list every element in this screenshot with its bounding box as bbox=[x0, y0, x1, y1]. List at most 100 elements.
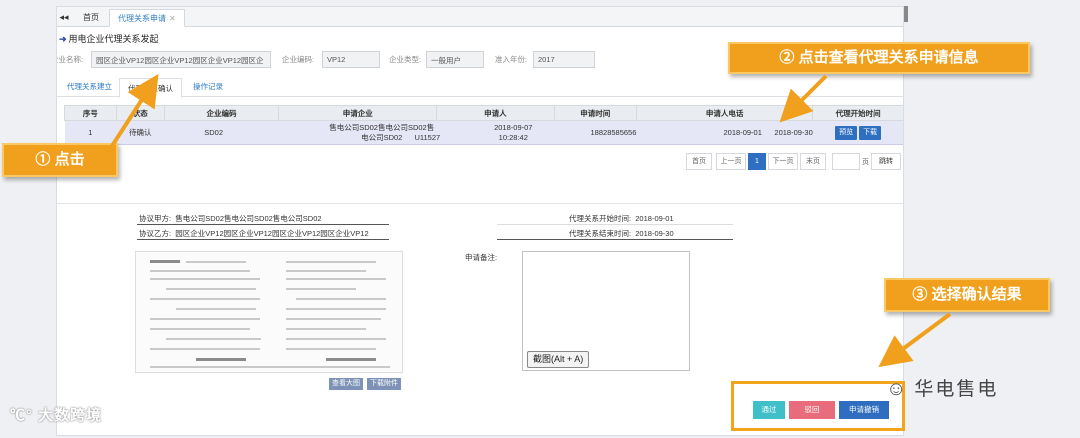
start-label: 代理关系开始时间: bbox=[569, 214, 632, 223]
subtab-confirm[interactable]: 代理关系确认 bbox=[119, 78, 182, 98]
tab-home[interactable]: 首页 bbox=[75, 9, 107, 27]
start-underline bbox=[497, 224, 733, 225]
page-current-button[interactable]: 1 bbox=[748, 153, 766, 170]
download-attachment-button[interactable]: 下载附件 bbox=[367, 378, 401, 390]
page-unit-label: 页 bbox=[862, 159, 869, 166]
company-type-label: 企业类型: bbox=[389, 55, 422, 64]
start-line: 代理关系开始时间: 2018-09-01 bbox=[569, 213, 674, 224]
page-last-button[interactable]: 末页 bbox=[800, 153, 826, 170]
doc-mark bbox=[286, 278, 386, 280]
scrollbar-edge[interactable] bbox=[904, 6, 908, 22]
col-status: 状态 bbox=[115, 105, 165, 121]
memo-label: 申请备注: bbox=[465, 253, 498, 262]
tab-agency-application[interactable]: 代理关系申请 ✕ bbox=[109, 9, 185, 27]
apply-datetime: 2018-09-07 10:28:42 bbox=[488, 123, 538, 143]
apply-date: 2018-09-07 bbox=[494, 122, 533, 132]
view-large-button[interactable]: 查看大图 bbox=[329, 378, 363, 390]
doc-mark bbox=[150, 348, 260, 350]
party-a-value: 售电公司SD02售电公司SD02售电公司SD02 bbox=[175, 214, 322, 223]
page-next-button[interactable]: 下一页 bbox=[768, 153, 798, 170]
callout-step-1: ① 点击 bbox=[2, 143, 118, 177]
party-a-underline bbox=[137, 224, 389, 225]
period-end: 2018-09-30 bbox=[774, 127, 813, 137]
doc-mark bbox=[150, 260, 180, 263]
brand-left-text: 大数跨境 bbox=[38, 407, 103, 424]
screenshot-tooltip: 截图(Alt + A) bbox=[527, 351, 590, 368]
tab-scroll-left-icon[interactable]: ◂◂ bbox=[57, 7, 71, 27]
period-start: 2018-09-01 bbox=[723, 127, 762, 137]
applicant-name: U11527 bbox=[414, 132, 441, 142]
company-code-field[interactable]: VP12 bbox=[322, 51, 380, 68]
tab-bar: ◂◂ 首页 代理关系申请 ✕ bbox=[57, 7, 903, 27]
end-line: 代理关系结束时间: 2018-09-30 bbox=[569, 228, 674, 239]
doc-mark bbox=[286, 318, 381, 320]
party-b-value: 园区企业VP12园区企业VP12园区企业VP12园区企业VP12 bbox=[175, 229, 369, 238]
col-company: 申请企业 bbox=[278, 105, 438, 121]
party-b-underline bbox=[137, 239, 389, 240]
page-title-label: 用电企业代理关系发起 bbox=[68, 34, 159, 44]
cell-applicant-date: U11527 2018-09-07 10:28:42 bbox=[414, 120, 555, 145]
callout-step-2: ② 点击查看代理关系申请信息 bbox=[728, 42, 1030, 74]
cell-code: SD02 bbox=[164, 120, 279, 145]
subtab-establish[interactable]: 代理关系建立 bbox=[59, 77, 120, 97]
application-table: 序号 状态 企业编码 申请企业 申请人 申请时间 申请人电话 代理开始时间 1 … bbox=[64, 105, 903, 145]
doc-mark bbox=[286, 348, 376, 350]
preview-button[interactable]: 预览 bbox=[835, 125, 858, 140]
doc-mark bbox=[286, 308, 386, 310]
doc-mark bbox=[150, 270, 250, 272]
brand-left: ℃° 大数跨境 bbox=[10, 404, 102, 425]
reject-button[interactable]: 驳回 bbox=[789, 401, 835, 419]
company-name-field[interactable]: 园区企业VP12园区企业VP12园区企业VP12园区企 bbox=[91, 51, 271, 68]
col-code: 企业编码 bbox=[163, 105, 280, 121]
entry-year-label: 准入年份: bbox=[495, 55, 528, 64]
subtab-records[interactable]: 操作记录 bbox=[185, 77, 231, 97]
page-jump-button[interactable]: 跳转 bbox=[871, 153, 901, 170]
start-value: 2018-09-01 bbox=[635, 214, 674, 223]
sub-tabs: 代理关系建立 代理关系确认 操作记录 bbox=[57, 77, 903, 98]
party-a-line: 协议甲方: 售电公司SD02售电公司SD02售电公司SD02 bbox=[139, 213, 322, 224]
close-icon[interactable]: ✕ bbox=[169, 14, 176, 23]
party-a-label: 协议甲方: bbox=[139, 214, 172, 223]
doc-mark bbox=[150, 298, 260, 300]
cell-period: 2018-09-01 2018-09-30 bbox=[636, 120, 813, 145]
page-prev-button[interactable]: 上一页 bbox=[716, 153, 746, 170]
entry-year-field[interactable]: 2017 bbox=[533, 51, 595, 68]
doc-mark bbox=[196, 358, 246, 361]
doc-mark bbox=[286, 270, 366, 272]
brand-right: ☺ 华电售电 bbox=[886, 374, 998, 401]
col-applicant: 申请人 bbox=[436, 105, 555, 121]
agreement-thumbnail[interactable] bbox=[135, 251, 403, 373]
page-number-input[interactable] bbox=[832, 153, 860, 170]
company-type-field[interactable]: 一般用户 bbox=[426, 51, 484, 68]
left-margin bbox=[0, 0, 52, 438]
page-title: ➜ 用电企业代理关系发起 bbox=[59, 32, 159, 45]
arrow-right-icon: ➜ bbox=[59, 34, 67, 44]
section-divider bbox=[57, 203, 903, 204]
doc-mark bbox=[296, 298, 386, 300]
end-underline bbox=[497, 239, 733, 240]
callout-step-3: ③ 选择确认结果 bbox=[884, 278, 1050, 312]
col-phone: 申请人电话 bbox=[635, 105, 814, 121]
doc-mark bbox=[286, 288, 356, 290]
doc-mark bbox=[326, 358, 376, 361]
table-row[interactable]: 1 待确认 SD02 售电公司SD02售电公司SD02售电公司SD02 U115… bbox=[64, 120, 903, 145]
doc-mark bbox=[166, 288, 256, 290]
end-label: 代理关系结束时间: bbox=[569, 229, 632, 238]
doc-mark bbox=[166, 338, 261, 340]
party-b-line: 协议乙方: 园区企业VP12园区企业VP12园区企业VP12园区企业VP12 bbox=[139, 228, 369, 239]
doc-mark bbox=[150, 318, 260, 320]
doc-mark bbox=[150, 278, 260, 280]
end-value: 2018-09-30 bbox=[635, 229, 674, 238]
wechat-icon: ☺ bbox=[886, 378, 909, 400]
revoke-button[interactable]: 申请撤销 bbox=[839, 401, 889, 419]
doc-mark bbox=[186, 261, 246, 263]
cell-status: 待确认 bbox=[116, 120, 165, 145]
page-first-button[interactable]: 首页 bbox=[686, 153, 712, 170]
cell-phone: 18828585656 bbox=[554, 120, 637, 145]
download-button[interactable]: 下载 bbox=[859, 125, 882, 140]
tab-agency-application-label: 代理关系申请 bbox=[118, 14, 166, 23]
col-start-time: 代理开始时间 bbox=[812, 105, 903, 121]
approve-button[interactable]: 通过 bbox=[753, 401, 785, 419]
doc-mark bbox=[286, 338, 386, 340]
col-apply-time: 申请时间 bbox=[553, 105, 637, 121]
